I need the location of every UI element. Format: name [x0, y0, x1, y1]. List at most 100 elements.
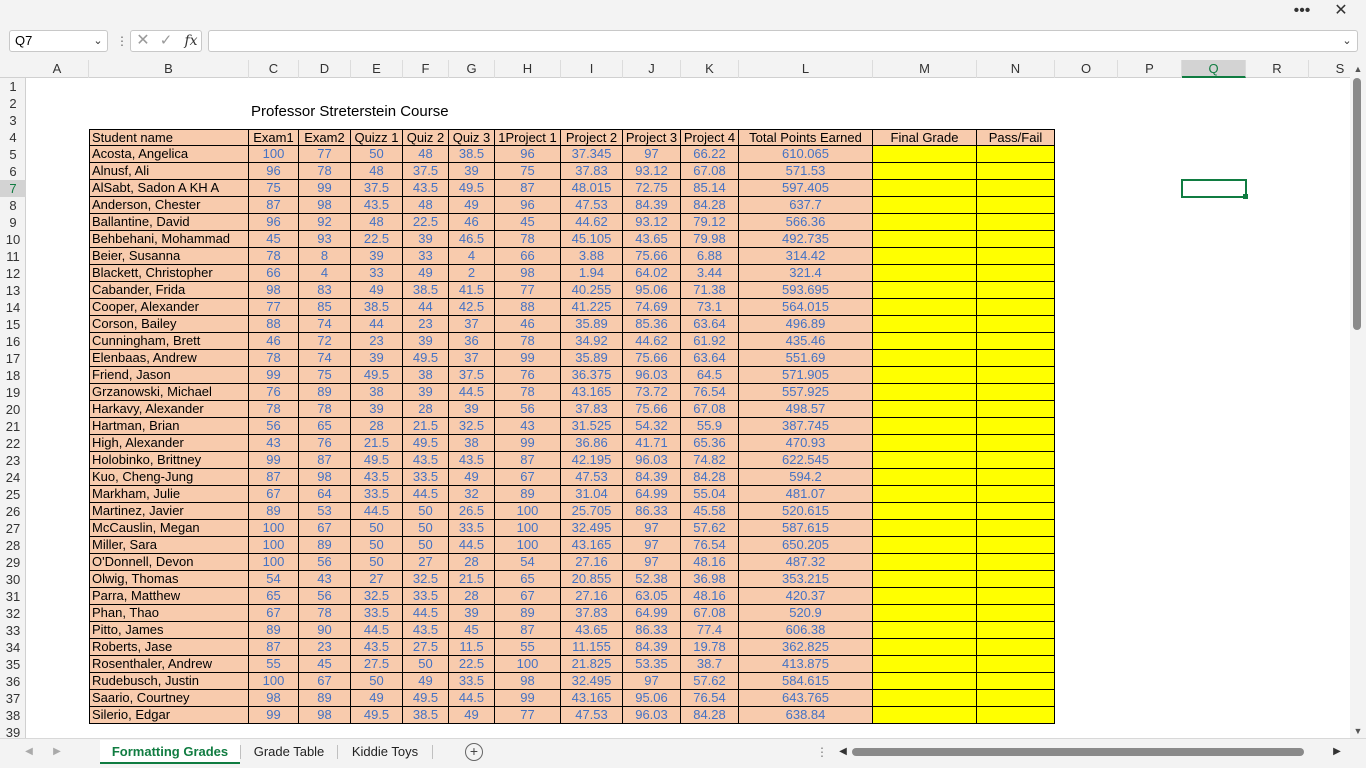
score-cell[interactable]: 50	[403, 503, 449, 520]
score-cell[interactable]: 85.36	[623, 316, 681, 333]
score-cell[interactable]: 66	[495, 248, 561, 265]
column-header-i[interactable]: I	[561, 60, 623, 78]
score-cell[interactable]: 45.105	[561, 231, 623, 248]
sheet-tab[interactable]: Grade Table	[241, 740, 337, 764]
header-cell[interactable]: Total Points Earned	[739, 129, 873, 146]
row-header-26[interactable]: 26	[0, 503, 26, 520]
score-cell[interactable]: 413.875	[739, 656, 873, 673]
score-cell[interactable]: 52.38	[623, 571, 681, 588]
score-cell[interactable]: 87	[249, 639, 299, 656]
score-cell[interactable]: 37	[449, 350, 495, 367]
student-name-cell[interactable]: High, Alexander	[89, 435, 249, 452]
score-cell[interactable]: 76	[249, 384, 299, 401]
score-cell[interactable]: 79.98	[681, 231, 739, 248]
score-cell[interactable]: 78	[249, 350, 299, 367]
row-header-35[interactable]: 35	[0, 656, 26, 673]
header-cell[interactable]: Project 4	[681, 129, 739, 146]
score-cell[interactable]: 44.5	[449, 690, 495, 707]
score-cell[interactable]: 22.5	[449, 656, 495, 673]
row-header-21[interactable]: 21	[0, 418, 26, 435]
column-header-h[interactable]: H	[495, 60, 561, 78]
pass-fail-cell[interactable]	[977, 197, 1055, 214]
score-cell[interactable]: 27.5	[351, 656, 403, 673]
score-cell[interactable]: 650.205	[739, 537, 873, 554]
score-cell[interactable]: 498.57	[739, 401, 873, 418]
student-name-cell[interactable]: Friend, Jason	[89, 367, 249, 384]
score-cell[interactable]: 73.1	[681, 299, 739, 316]
score-cell[interactable]: 46.5	[449, 231, 495, 248]
score-cell[interactable]: 39	[449, 401, 495, 418]
score-cell[interactable]: 41.71	[623, 435, 681, 452]
student-name-cell[interactable]: AlSabt, Sadon A KH A	[89, 180, 249, 197]
student-name-cell[interactable]: Anderson, Chester	[89, 197, 249, 214]
score-cell[interactable]: 27.16	[561, 588, 623, 605]
score-cell[interactable]: 32.495	[561, 520, 623, 537]
pass-fail-cell[interactable]	[977, 146, 1055, 163]
score-cell[interactable]: 49	[449, 469, 495, 486]
score-cell[interactable]: 97	[623, 146, 681, 163]
score-cell[interactable]: 67	[299, 673, 351, 690]
pass-fail-cell[interactable]	[977, 367, 1055, 384]
score-cell[interactable]: 55	[495, 639, 561, 656]
final-grade-cell[interactable]	[873, 299, 977, 316]
student-name-cell[interactable]: Cabander, Frida	[89, 282, 249, 299]
score-cell[interactable]: 20.855	[561, 571, 623, 588]
score-cell[interactable]: 92	[299, 214, 351, 231]
score-cell[interactable]: 48	[403, 197, 449, 214]
score-cell[interactable]: 54	[249, 571, 299, 588]
final-grade-cell[interactable]	[873, 605, 977, 622]
pass-fail-cell[interactable]	[977, 656, 1055, 673]
score-cell[interactable]: 37.5	[351, 180, 403, 197]
score-cell[interactable]: 32.5	[403, 571, 449, 588]
row-header-18[interactable]: 18	[0, 367, 26, 384]
score-cell[interactable]: 50	[351, 146, 403, 163]
score-cell[interactable]: 43.5	[351, 469, 403, 486]
row-header-33[interactable]: 33	[0, 622, 26, 639]
score-cell[interactable]: 43.65	[561, 622, 623, 639]
row-header-9[interactable]: 9	[0, 214, 26, 231]
score-cell[interactable]: 23	[351, 333, 403, 350]
score-cell[interactable]: 638.84	[739, 707, 873, 724]
score-cell[interactable]: 587.615	[739, 520, 873, 537]
score-cell[interactable]: 78	[299, 605, 351, 622]
score-cell[interactable]: 89	[495, 486, 561, 503]
row-header-38[interactable]: 38	[0, 707, 26, 724]
row-header-16[interactable]: 16	[0, 333, 26, 350]
score-cell[interactable]: 89	[249, 622, 299, 639]
score-cell[interactable]: 85.14	[681, 180, 739, 197]
score-cell[interactable]: 610.065	[739, 146, 873, 163]
score-cell[interactable]: 100	[249, 537, 299, 554]
score-cell[interactable]: 38	[449, 435, 495, 452]
student-name-cell[interactable]: Pitto, James	[89, 622, 249, 639]
score-cell[interactable]: 95.06	[623, 282, 681, 299]
header-cell[interactable]: Project 3	[623, 129, 681, 146]
final-grade-cell[interactable]	[873, 520, 977, 537]
scroll-left-icon[interactable]: ◀	[836, 744, 850, 760]
pass-fail-cell[interactable]	[977, 554, 1055, 571]
student-name-cell[interactable]: Miller, Sara	[89, 537, 249, 554]
score-cell[interactable]: 557.925	[739, 384, 873, 401]
score-cell[interactable]: 593.695	[739, 282, 873, 299]
formula-input[interactable]	[208, 30, 1358, 52]
pass-fail-cell[interactable]	[977, 418, 1055, 435]
student-name-cell[interactable]: Parra, Matthew	[89, 588, 249, 605]
score-cell[interactable]: 45.58	[681, 503, 739, 520]
score-cell[interactable]: 89	[299, 384, 351, 401]
score-cell[interactable]: 95.06	[623, 690, 681, 707]
score-cell[interactable]: 75.66	[623, 401, 681, 418]
pass-fail-cell[interactable]	[977, 588, 1055, 605]
score-cell[interactable]: 32.5	[449, 418, 495, 435]
column-header-k[interactable]: K	[681, 60, 739, 78]
pass-fail-cell[interactable]	[977, 180, 1055, 197]
score-cell[interactable]: 77	[299, 146, 351, 163]
student-name-cell[interactable]: Holobinko, Brittney	[89, 452, 249, 469]
row-header-11[interactable]: 11	[0, 248, 26, 265]
score-cell[interactable]: 61.92	[681, 333, 739, 350]
score-cell[interactable]: 64.5	[681, 367, 739, 384]
score-cell[interactable]: 39	[403, 384, 449, 401]
score-cell[interactable]: 65	[495, 571, 561, 588]
score-cell[interactable]: 49.5	[351, 452, 403, 469]
row-header-13[interactable]: 13	[0, 282, 26, 299]
score-cell[interactable]: 353.215	[739, 571, 873, 588]
score-cell[interactable]: 314.42	[739, 248, 873, 265]
